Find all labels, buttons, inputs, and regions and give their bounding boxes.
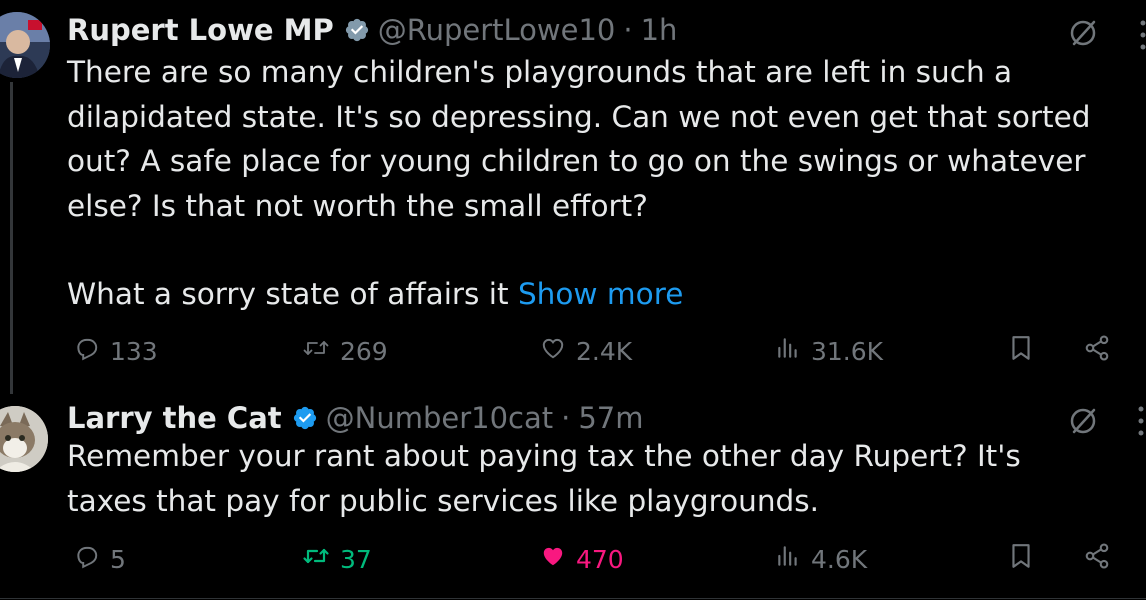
- tweet-text-line: taxes that pay for public services like …: [67, 483, 820, 518]
- tweet-text: Remember your rant about paying tax the …: [67, 434, 1135, 523]
- tweet-text-line: What a sorry state of affairs it Show mo…: [67, 272, 1135, 317]
- bookmark-button[interactable]: [1008, 537, 1044, 581]
- more-options-icon[interactable]: [1138, 18, 1146, 52]
- reply-count: 133: [110, 336, 158, 366]
- show-more-link[interactable]: Show more: [518, 277, 683, 311]
- views-count: 31.6K: [811, 336, 884, 366]
- divider: [0, 598, 1146, 599]
- tweet-text-line: There are so many children's playgrounds…: [67, 55, 1013, 89]
- like-count: 2.4K: [576, 336, 633, 366]
- author-handle[interactable]: @Number10cat: [326, 401, 553, 435]
- tweet-text-line: dilapidated state. It's so depressing. C…: [67, 99, 1091, 134]
- like-count: 470: [576, 544, 624, 574]
- verified-badge-icon: [344, 17, 370, 43]
- heart-icon: [540, 335, 576, 367]
- more-options-icon[interactable]: [1136, 404, 1146, 438]
- tweet-text-line: else? Is that not worth the small effort…: [67, 188, 648, 223]
- grok-icon[interactable]: [1066, 16, 1100, 50]
- tweet-larry-the-cat[interactable]: Larry the Cat @Number10cat · 57m Remembe…: [0, 382, 1146, 600]
- reply-count: 5: [110, 544, 126, 574]
- timestamp[interactable]: 57m: [578, 401, 643, 435]
- author-name[interactable]: Larry the Cat: [67, 401, 282, 435]
- share-button[interactable]: [1083, 537, 1121, 581]
- avatar[interactable]: [0, 406, 48, 472]
- like-button[interactable]: 470: [540, 537, 624, 581]
- author-name[interactable]: Rupert Lowe MP: [67, 13, 334, 47]
- verified-badge-icon: [292, 405, 318, 431]
- action-bar: 133 269 2.4K 31.6K: [0, 329, 1146, 373]
- tweet-text: There are so many children's playgrounds…: [67, 50, 1135, 317]
- tweet-text-line: out? A safe place for young children to …: [67, 144, 1086, 178]
- bookmark-icon: [1008, 542, 1044, 576]
- reply-button[interactable]: 133: [74, 329, 158, 373]
- tweet-rupert-lowe[interactable]: Rupert Lowe MP @RupertLowe10 · 1h There …: [0, 0, 1146, 394]
- share-button[interactable]: [1083, 329, 1121, 373]
- bookmark-button[interactable]: [1008, 329, 1044, 373]
- separator-dot: ·: [623, 13, 633, 47]
- views-chart-icon: [775, 335, 811, 367]
- repost-count: 37: [340, 544, 372, 574]
- author-handle[interactable]: @RupertLowe10: [378, 13, 616, 47]
- reply-button[interactable]: 5: [74, 537, 126, 581]
- repost-button[interactable]: 37: [302, 537, 372, 581]
- repost-icon: [302, 335, 340, 367]
- tweet-header: Rupert Lowe MP @RupertLowe10 · 1h: [67, 8, 677, 52]
- action-bar: 5 37 470 4.6K: [0, 537, 1146, 581]
- heart-icon: [540, 543, 576, 575]
- repost-button[interactable]: 269: [302, 329, 388, 373]
- views-button[interactable]: 31.6K: [775, 329, 883, 373]
- avatar[interactable]: [0, 12, 50, 78]
- views-count: 4.6K: [811, 544, 868, 574]
- grok-icon[interactable]: [1066, 404, 1100, 438]
- repost-count: 269: [340, 336, 388, 366]
- views-chart-icon: [775, 543, 811, 575]
- share-icon: [1083, 334, 1121, 368]
- tweet-text-fragment: What a sorry state of affairs it: [67, 277, 518, 311]
- tweet-text-line: Remember your rant about paying tax the …: [67, 439, 1021, 473]
- separator-dot: ·: [561, 401, 571, 435]
- like-button[interactable]: 2.4K: [540, 329, 632, 373]
- views-button[interactable]: 4.6K: [775, 537, 867, 581]
- timestamp[interactable]: 1h: [641, 13, 678, 47]
- share-icon: [1083, 542, 1121, 576]
- repost-icon: [302, 543, 340, 575]
- reply-icon: [74, 335, 110, 367]
- reply-icon: [74, 543, 110, 575]
- bookmark-icon: [1008, 334, 1044, 368]
